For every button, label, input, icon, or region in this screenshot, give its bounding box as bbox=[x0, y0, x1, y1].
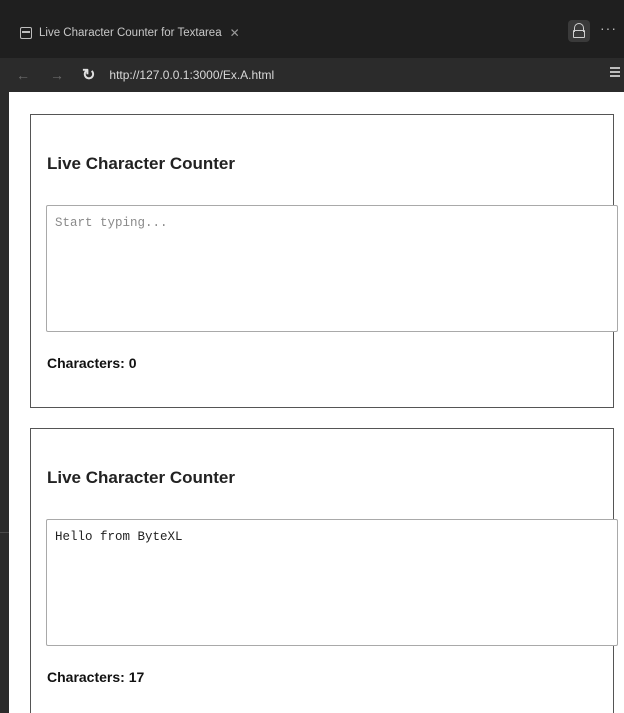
browser-tab-bar: Live Character Counter for Textarea ✕ ··… bbox=[0, 0, 624, 58]
hamburger-menu-icon[interactable] bbox=[610, 67, 620, 79]
character-count: Characters: 0 bbox=[47, 355, 137, 371]
address-bar: ← → ↻ http://127.0.0.1:3000/Ex.A.html bbox=[0, 58, 624, 92]
lock-icon[interactable] bbox=[568, 20, 590, 42]
page-viewport: Live Character Counter Characters: 0 Liv… bbox=[0, 92, 624, 713]
side-panel-edge bbox=[0, 92, 9, 713]
card-title: Live Character Counter bbox=[47, 468, 235, 487]
reload-icon[interactable]: ↻ bbox=[82, 65, 95, 85]
page-favicon-icon bbox=[20, 27, 32, 39]
back-arrow-icon[interactable]: ← bbox=[16, 67, 30, 83]
text-input-area[interactable] bbox=[46, 205, 618, 332]
character-count: Characters: 17 bbox=[47, 669, 145, 685]
text-input-area[interactable] bbox=[46, 519, 618, 646]
close-tab-icon[interactable]: ✕ bbox=[230, 26, 240, 40]
tab-title: Live Character Counter for Textarea bbox=[39, 27, 222, 39]
browser-tab[interactable]: Live Character Counter for Textarea ✕ bbox=[12, 18, 288, 48]
card-title: Live Character Counter bbox=[47, 154, 235, 173]
more-options-icon[interactable]: ··· bbox=[600, 20, 617, 36]
counter-card: Live Character Counter Characters: 17 bbox=[30, 428, 618, 713]
counter-card: Live Character Counter Characters: 0 bbox=[30, 114, 618, 408]
url-field[interactable]: http://127.0.0.1:3000/Ex.A.html bbox=[109, 68, 274, 82]
forward-arrow-icon[interactable]: → bbox=[50, 67, 64, 83]
